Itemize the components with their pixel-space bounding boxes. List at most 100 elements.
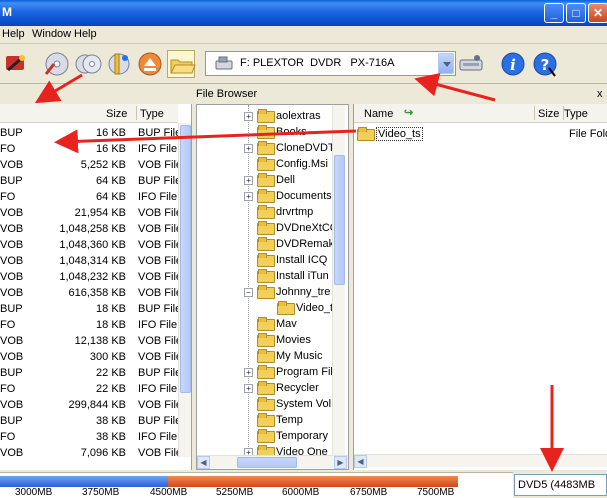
file-size: 16 KB: [96, 127, 126, 139]
drive-select[interactable]: F: PLEXTOR DVDR PX-716A: [205, 51, 456, 76]
tree-item[interactable]: Config.Msi: [257, 157, 328, 173]
disc-info-icon[interactable]: [105, 50, 133, 78]
info-icon[interactable]: i: [499, 50, 527, 78]
tree-vertical-scrollbar[interactable]: [332, 105, 345, 455]
help-icon[interactable]: ?: [531, 50, 559, 78]
table-row[interactable]: VOB 21,954 KB VOB File: [0, 206, 182, 222]
list-item[interactable]: Video_ts File Fold: [357, 127, 607, 143]
table-row[interactable]: VOB 300 KB VOB File: [0, 350, 182, 366]
tree-item[interactable]: Documents: [257, 189, 332, 205]
table-row[interactable]: VOB 7,096 KB VOB File: [0, 446, 182, 462]
tree-item[interactable]: aolextras: [257, 109, 321, 125]
column-header-size[interactable]: Size: [106, 108, 127, 120]
column-header-type[interactable]: Type: [140, 108, 164, 120]
tree-item[interactable]: DVDRemak: [257, 237, 334, 253]
file-name: BUP: [0, 367, 23, 379]
tree-item[interactable]: Install ICQ: [257, 253, 327, 269]
right-file-list[interactable]: Name ↪ Size Type Video_ts File Fold ◀: [353, 104, 607, 470]
table-row[interactable]: VOB 1,048,258 KB VOB File: [0, 222, 182, 238]
menu-help[interactable]: Help: [74, 28, 97, 40]
tree-item[interactable]: Program Fil: [257, 365, 333, 381]
disc-write-icon[interactable]: [42, 50, 70, 78]
tree-expander-icon[interactable]: +: [244, 176, 253, 185]
column-separator[interactable]: [534, 106, 535, 120]
tree-item[interactable]: Books: [257, 125, 307, 141]
eject-icon[interactable]: [136, 50, 164, 78]
drive-dropdown-arrow[interactable]: [438, 53, 454, 74]
file-name: FO: [0, 191, 16, 203]
close-button[interactable]: ✕: [588, 3, 607, 23]
column-header-type[interactable]: Type: [564, 108, 588, 120]
file-size: 616,358 KB: [68, 287, 127, 299]
table-row[interactable]: VOB 1,048,314 KB VOB File: [0, 254, 182, 270]
table-row[interactable]: FO 16 KB IFO File: [0, 142, 178, 158]
tree-item[interactable]: Temporary: [257, 429, 328, 445]
table-row[interactable]: FO 64 KB IFO File: [0, 190, 178, 206]
menu-window[interactable]: Window: [32, 28, 71, 40]
disc-copy-icon[interactable]: [74, 50, 102, 78]
table-row[interactable]: VOB 616,358 KB VOB File: [0, 286, 182, 302]
right-horizontal-scrollbar[interactable]: ◀: [354, 454, 607, 468]
tree-item[interactable]: System Vol: [257, 397, 331, 413]
left-scroll-thumb[interactable]: [180, 125, 191, 393]
table-row[interactable]: BUP 64 KB BUP File: [0, 174, 181, 190]
tree-item-label: Documents: [276, 190, 332, 202]
tree-expander-icon[interactable]: +: [244, 368, 253, 377]
table-row[interactable]: VOB 5,252 KB VOB File: [0, 158, 182, 174]
tree-hscroll-thumb[interactable]: [237, 457, 297, 468]
capacity-bar: 3000MB 3750MB 4500MB 5250MB 6000MB 6750MB 7500…: [0, 472, 513, 498]
tree-horizontal-scrollbar[interactable]: ◀ ▶: [197, 455, 348, 469]
scroll-left-arrow[interactable]: ◀: [197, 456, 210, 469]
table-row[interactable]: VOB 1,048,232 KB VOB File: [0, 270, 182, 286]
table-row[interactable]: BUP 22 KB BUP File: [0, 366, 181, 382]
scroll-right-arrow[interactable]: ▶: [334, 456, 347, 469]
tree-item[interactable]: drvrtmp: [257, 205, 313, 221]
table-row[interactable]: VOB 299,844 KB VOB File: [0, 398, 182, 414]
tree-item[interactable]: Install iTun: [257, 269, 329, 285]
disc-type-select[interactable]: DVD5 (4483MB: [514, 474, 607, 496]
left-vertical-scrollbar[interactable]: [178, 123, 191, 457]
panel-close-button[interactable]: x: [597, 88, 603, 100]
tree-item[interactable]: DVDneXtCO: [257, 221, 338, 237]
tree-item[interactable]: Video_t: [277, 301, 333, 317]
table-row[interactable]: BUP 18 KB BUP File: [0, 302, 181, 318]
table-row[interactable]: VOB 12,138 KB VOB File: [0, 334, 182, 350]
tree-expander-icon[interactable]: +: [244, 384, 253, 393]
tree-item[interactable]: CloneDVDT: [257, 141, 335, 157]
table-row[interactable]: FO 18 KB IFO File: [0, 318, 178, 334]
table-row[interactable]: VOB 1,048,360 KB VOB File: [0, 238, 182, 254]
column-header-name[interactable]: Name: [364, 108, 393, 120]
scroll-left-arrow[interactable]: ◀: [354, 455, 367, 468]
drive-settings-icon[interactable]: [457, 50, 485, 78]
left-file-list[interactable]: Size Type BUP 16 KB BUP File FO 16 KB IFO Fil…: [0, 104, 192, 470]
open-folder-icon[interactable]: [167, 50, 196, 78]
tree-item[interactable]: Mav: [257, 317, 297, 333]
folder-icon: [257, 285, 275, 299]
tree-item[interactable]: My Music: [257, 349, 322, 365]
tree-expander-icon[interactable]: −: [244, 288, 253, 297]
tree-item[interactable]: Temp: [257, 413, 303, 429]
minimize-button[interactable]: _: [544, 3, 564, 23]
table-row[interactable]: BUP 38 KB BUP File: [0, 414, 181, 430]
tree-item[interactable]: Movies: [257, 333, 311, 349]
tree-item-label: Books: [276, 126, 307, 138]
burn-wizard-icon[interactable]: [2, 50, 30, 78]
tree-item[interactable]: Johnny_tre: [257, 285, 330, 301]
column-separator[interactable]: [136, 106, 137, 120]
tree-item[interactable]: Recycler: [257, 381, 319, 397]
tree-expander-icon[interactable]: +: [244, 144, 253, 153]
tree-scroll-thumb[interactable]: [334, 155, 345, 285]
menu-help-partial[interactable]: Help: [2, 28, 25, 40]
folder-tree[interactable]: + aolextras Books + CloneDVDT Config.Msi + Dell…: [196, 104, 349, 470]
tree-expander-icon[interactable]: +: [244, 112, 253, 121]
title-bar[interactable]: M _ □ ✕: [0, 0, 607, 26]
tree-item[interactable]: Dell: [257, 173, 295, 189]
tree-expander-icon[interactable]: +: [244, 192, 253, 201]
tree-item-label: drvrtmp: [276, 206, 314, 218]
menu-bar: Help Window Help: [0, 26, 607, 44]
column-header-size[interactable]: Size: [538, 108, 559, 120]
table-row[interactable]: FO 38 KB IFO File: [0, 430, 178, 446]
table-row[interactable]: FO 22 KB IFO File: [0, 382, 178, 398]
maximize-button[interactable]: □: [566, 3, 586, 23]
table-row[interactable]: BUP 16 KB BUP File: [0, 126, 181, 142]
